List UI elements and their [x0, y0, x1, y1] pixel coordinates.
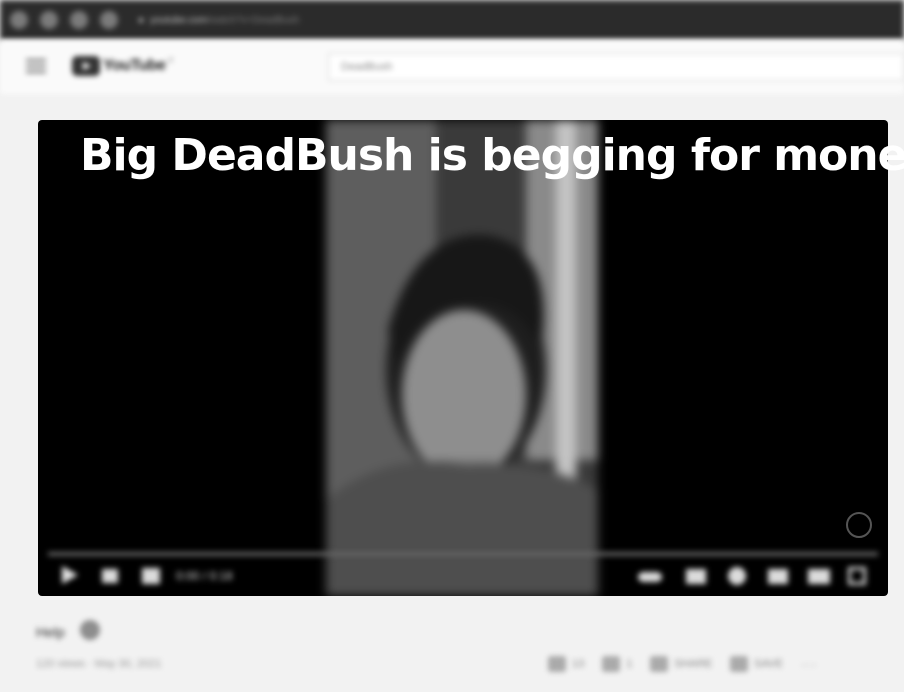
miniplayer-icon[interactable] [768, 569, 788, 584]
logo-country-code: IT [167, 57, 174, 65]
share-icon [650, 656, 669, 672]
volume-icon[interactable] [142, 568, 160, 584]
forward-button[interactable] [40, 11, 58, 29]
subtitles-icon[interactable] [686, 569, 706, 584]
person-image [326, 120, 598, 596]
dislike-button[interactable]: 1 [602, 656, 632, 672]
share-button[interactable]: SHARE [650, 656, 712, 672]
back-button[interactable] [10, 11, 28, 29]
home-button[interactable] [100, 11, 118, 29]
search-input[interactable]: DeadBush [328, 53, 904, 81]
url-path: /watch?v=DeadBush [207, 14, 300, 26]
url-host: youtube.com [150, 14, 208, 26]
save-label: SAVE [754, 658, 783, 670]
overlay-caption-main: Big DeadBush is begging for mone [80, 130, 904, 181]
like-count: 13 [572, 658, 585, 670]
hamburger-menu-icon[interactable] [26, 59, 46, 73]
site-header: YouTube IT DeadBush [0, 40, 904, 94]
overlay-caption: Big DeadBush is begging for money [80, 128, 904, 184]
watermark-icon [846, 512, 872, 538]
video-actions: 13 1 SHARE SAVE ··· [548, 656, 818, 672]
share-label: SHARE [674, 658, 713, 670]
dislike-count: 1 [626, 658, 633, 670]
autoplay-toggle-icon[interactable] [638, 572, 662, 582]
save-button[interactable]: SAVE [730, 656, 783, 672]
thumbs-down-icon [602, 656, 621, 672]
settings-icon[interactable] [728, 567, 746, 585]
browser-toolbar: ● youtube.com /watch?v=DeadBush [0, 0, 904, 40]
video-meta: 120 views · May 30, 2021 [36, 658, 162, 670]
next-icon[interactable] [102, 569, 118, 583]
logo-text: YouTube [103, 57, 166, 74]
video-frame [38, 120, 888, 596]
play-icon[interactable] [62, 566, 78, 584]
theater-mode-icon[interactable] [808, 569, 830, 584]
more-actions-icon[interactable]: ··· [801, 656, 818, 672]
address-bar[interactable]: ● youtube.com /watch?v=DeadBush [138, 10, 428, 30]
lock-icon: ● [138, 14, 145, 26]
emoji-icon [80, 620, 100, 640]
play-logo-icon [72, 56, 100, 76]
save-icon [730, 656, 749, 672]
video-title: Help [36, 624, 65, 640]
time-display: 0:00 / 0:18 [176, 569, 233, 583]
fullscreen-icon[interactable] [848, 567, 866, 585]
reload-button[interactable] [70, 11, 88, 29]
video-image [326, 120, 598, 596]
thumbs-up-icon [548, 656, 566, 672]
progress-bar[interactable] [48, 552, 878, 556]
player-controls: 0:00 / 0:18 [38, 544, 888, 596]
video-info: Help 120 views · May 30, 2021 13 1 SHARE… [0, 600, 904, 692]
video-player[interactable]: 0:00 / 0:18 [38, 120, 888, 596]
like-button[interactable]: 13 [548, 656, 584, 672]
youtube-logo[interactable]: YouTube IT [72, 56, 174, 76]
